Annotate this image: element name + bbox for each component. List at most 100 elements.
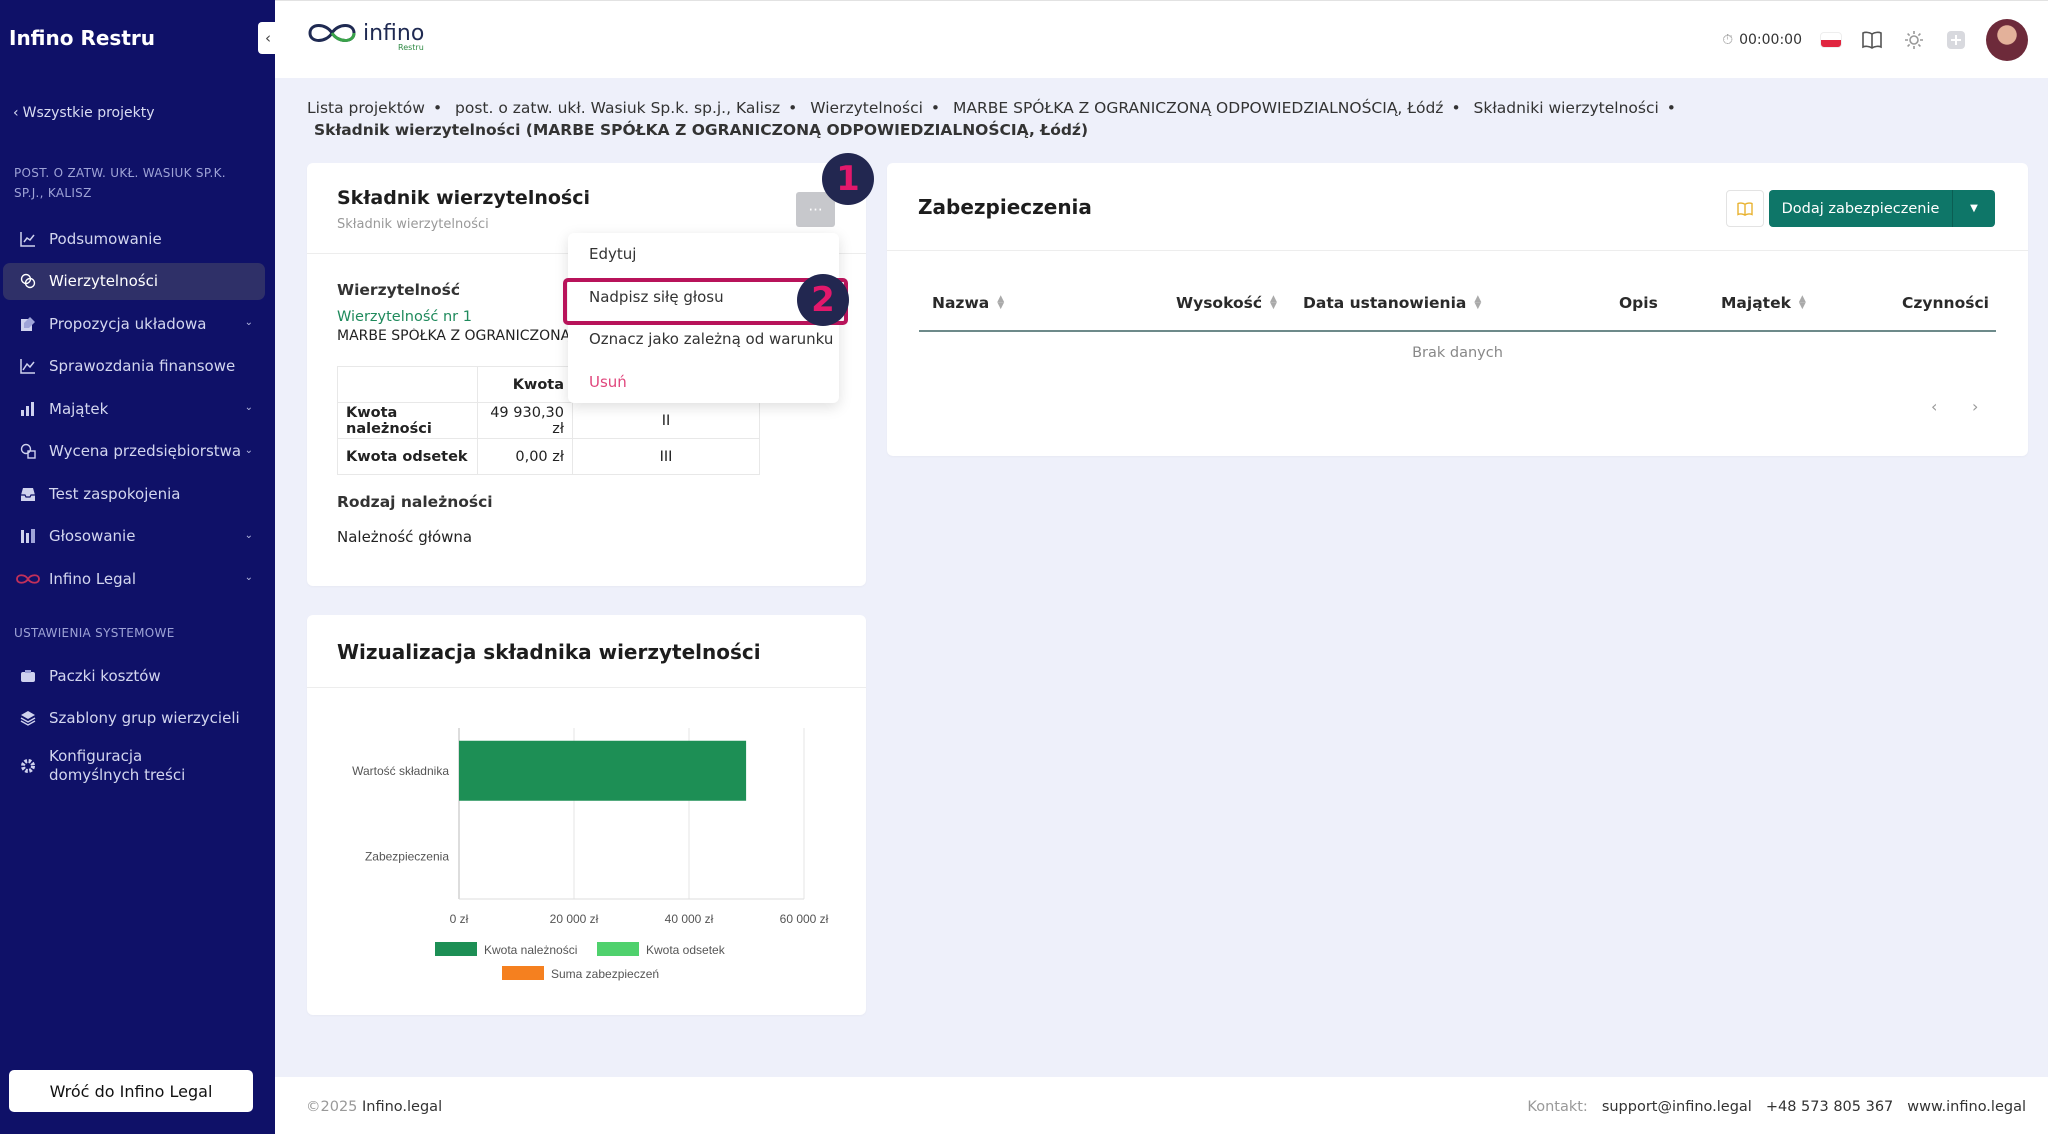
x-tick-label: 0 zł: [450, 912, 469, 926]
table-header-line: [919, 330, 1996, 332]
bar-chart: 0 zł 20 000 zł 40 000 zł 60 000 zł Wartość s…: [352, 728, 829, 981]
row-category: III: [572, 438, 760, 475]
sidebar-item-konfiguracja[interactable]: Konfiguracja domyślnych treści: [3, 742, 265, 790]
topbar: infino Restru ⏱ 00:00:00: [275, 0, 2048, 78]
sidebar-item-label: Szablony grup wierzycieli: [49, 709, 240, 727]
menu-item-edit[interactable]: Edytuj: [589, 245, 636, 263]
chart-line-icon: [19, 230, 36, 247]
column-header-opis: Opis: [1619, 294, 1658, 312]
breadcrumb-item[interactable]: Składniki wierzytelności: [1474, 99, 1659, 117]
breadcrumb-item[interactable]: post. o zatw. ukł. Wasiuk Sp.k. sp.j., K…: [455, 99, 780, 117]
table-row: Kwota należności 49 930,30 zł II: [337, 402, 760, 439]
legend-swatch: [597, 942, 639, 956]
menu-item-delete[interactable]: Usuń: [589, 373, 627, 391]
sort-icon: ▲ ▼: [1270, 294, 1277, 311]
polish-flag-icon[interactable]: [1820, 32, 1842, 48]
breadcrumb: Lista projektów • post. o zatw. ukł. Wasi…: [307, 97, 1707, 141]
timer[interactable]: ⏱ 00:00:00: [1722, 32, 1802, 48]
empty-state: Brak danych: [1412, 345, 1503, 361]
x-tick-label: 40 000 zł: [665, 912, 714, 926]
contact-email[interactable]: support@infino.legal: [1602, 1099, 1752, 1115]
sidebar-item-majatek[interactable]: Majątek ⌄: [3, 390, 265, 427]
gear-icon: [19, 757, 36, 774]
system-settings-heading: USTAWIENIA SYSTEMOWE: [14, 626, 175, 640]
bar: [459, 740, 747, 801]
infinity-logo-icon: [308, 24, 356, 42]
sidebar-item-label: Wycena przedsiębiorstwa: [49, 442, 242, 460]
y-category-label: Zabezpieczenia: [365, 849, 449, 863]
caret-down-icon[interactable]: ▼: [1952, 190, 1995, 227]
divider: [887, 250, 2028, 251]
column-header-nazwa[interactable]: Nazwa ▲ ▼: [932, 294, 1004, 312]
footer-copyright: ©2025 Infino.legal: [306, 1099, 442, 1115]
chevron-down-icon: ⌄: [244, 402, 253, 413]
column-header-wysokosc[interactable]: Wysokość ▲ ▼: [1176, 294, 1277, 312]
sort-icon: ▲ ▼: [997, 294, 1005, 311]
sidebar-item-test-zaspokojenia[interactable]: Test zaspokojenia: [3, 475, 265, 512]
sun-icon[interactable]: [1902, 28, 1926, 52]
sidebar-item-paczki-kosztow[interactable]: Paczki kosztów: [3, 657, 265, 694]
row-amount: 49 930,30 zł: [477, 402, 573, 439]
creditor-name: MARBE SPÓŁKA Z OGRANICZONĄ ODPOWIEDZIALN…: [337, 328, 572, 344]
sidebar-item-label: Propozycja układowa: [49, 314, 207, 333]
avatar[interactable]: [1986, 19, 2028, 61]
claim-link[interactable]: Wierzytelność nr 1: [337, 309, 472, 325]
book-icon[interactable]: [1860, 28, 1884, 52]
breadcrumb-item[interactable]: MARBE SPÓŁKA Z OGRANICZONĄ ODPOWIEDZIALN…: [953, 99, 1443, 117]
sidebar-item-szablony[interactable]: Szablony grup wierzycieli: [3, 700, 265, 737]
app-title: Infino Restru: [9, 26, 155, 50]
plus-icon[interactable]: [1944, 28, 1968, 52]
sidebar-item-sprawozdania[interactable]: Sprawozdania finansowe: [3, 348, 265, 385]
step-badge-2: 2: [797, 274, 849, 326]
add-security-button[interactable]: Dodaj zabezpieczenie ▼: [1769, 190, 1995, 227]
contact-website[interactable]: www.infino.legal: [1907, 1099, 2026, 1115]
legend-label: Kwota odsetek: [646, 943, 726, 957]
logo[interactable]: infino Restru: [307, 19, 424, 52]
next-page-button[interactable]: ›: [1972, 397, 1978, 416]
timer-value: 00:00:00: [1739, 32, 1802, 48]
book-icon[interactable]: [1726, 190, 1764, 227]
all-projects-link[interactable]: ‹ Wszystkie projekty: [13, 105, 155, 121]
back-to-infino-legal-button[interactable]: Wróć do Infino Legal: [9, 1070, 253, 1112]
inbox-icon: [19, 485, 36, 502]
row-label: Kwota należności: [337, 402, 478, 439]
contact-phone[interactable]: +48 573 805 367: [1766, 1099, 1893, 1115]
package-icon: [19, 667, 36, 684]
sidebar-item-infino-legal[interactable]: Infino Legal ⌄: [3, 560, 265, 597]
sidebar-item-label: Sprawozdania finansowe: [49, 357, 236, 375]
sidebar-item-label: Majątek: [49, 399, 109, 418]
column-header-czynnosci: Czynności: [1902, 294, 1989, 312]
chevron-down-icon: ⌄: [244, 444, 253, 456]
chart-card: Wizualizacja składnika wierzytelności 0 …: [307, 615, 866, 1015]
legend-swatch: [435, 942, 477, 956]
sidebar-item-podsumowanie[interactable]: Podsumowanie: [3, 220, 265, 257]
row-label: Kwota odsetek: [337, 438, 478, 475]
sidebar-item-label: Podsumowanie: [49, 229, 162, 248]
sidebar: Infino Restru ‹ ‹ Wszystkie projekty POS…: [0, 0, 278, 1134]
logo-subtitle: Restru: [398, 43, 424, 52]
step-badge-1: 1: [822, 153, 874, 205]
sidebar-item-glosowanie[interactable]: Głosowanie ⌄: [3, 518, 265, 555]
claim-type-label: Rodzaj należności: [337, 493, 493, 511]
chart-area-icon: [19, 358, 36, 375]
clock-icon: ⏱: [1722, 32, 1734, 48]
row-amount: 0,00 zł: [477, 438, 573, 475]
column-header-data[interactable]: Data ustanowienia ▲ ▼: [1303, 294, 1481, 312]
sidebar-item-wierzytelnosci[interactable]: Wierzytelności: [3, 262, 265, 300]
prev-page-button[interactable]: ‹: [1931, 397, 1937, 416]
column-header-majatek[interactable]: Majątek ▲ ▼: [1721, 294, 1806, 312]
claim-type-value: Należność główna: [337, 528, 473, 546]
card-title: Zabezpieczenia: [918, 195, 1092, 219]
chevron-left-icon: ‹: [13, 105, 19, 121]
legend-label: Suma zabezpieczeń: [551, 967, 659, 981]
sidebar-item-propozycja[interactable]: Propozycja układowa ⌄: [3, 305, 265, 342]
breadcrumb-item[interactable]: Wierzytelności: [810, 99, 923, 117]
footer-brand: Infino.legal: [362, 1099, 443, 1115]
menu-item-mark-conditional[interactable]: Oznacz jako zależną od warunku: [589, 330, 833, 348]
footer: ©2025 Infino.legal Kontakt: support@infi…: [275, 1077, 2048, 1134]
sort-icon: ▲ ▼: [1474, 294, 1482, 311]
chart-bar-icon: [19, 400, 36, 417]
breadcrumb-item[interactable]: Lista projektów: [307, 99, 425, 117]
sidebar-item-wycena[interactable]: Wycena przedsiębiorstwa ⌄: [3, 433, 265, 470]
project-name: POST. O ZATW. UKŁ. WASIUK SP.K. SP.J., K…: [14, 166, 226, 200]
